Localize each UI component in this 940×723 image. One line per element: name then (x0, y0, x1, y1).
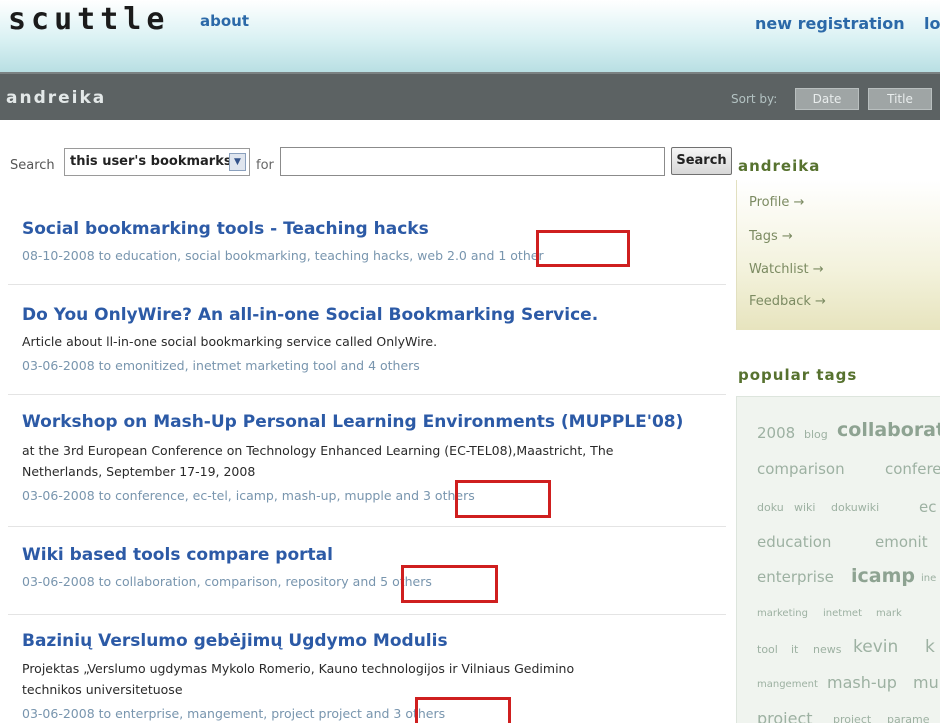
sidebar-link-feedback[interactable]: Feedback → (749, 294, 826, 309)
tag-link[interactable]: doku (757, 501, 784, 514)
tag-link[interactable]: blog (804, 428, 828, 441)
search-label: Search (10, 158, 55, 173)
tag-link[interactable]: inetmet (823, 608, 862, 619)
tag-link[interactable]: education (757, 533, 831, 551)
sidebar-link-profile[interactable]: Profile → (749, 195, 804, 210)
tag-link[interactable]: mangement (757, 679, 818, 690)
bookmark-description: at the 3rd European Conference on Techno… (22, 443, 614, 458)
tag-link[interactable]: marketing (757, 608, 808, 619)
chevron-down-icon[interactable]: ▼ (229, 153, 246, 171)
tag-link[interactable]: kevin (853, 637, 898, 657)
bookmark-description: Projektas „Verslumo ugdymas Mykolo Romer… (22, 661, 575, 676)
popular-tags-title: popular tags (738, 366, 858, 384)
site-logo[interactable]: scuttle (8, 2, 169, 37)
tag-link[interactable]: project (833, 713, 871, 723)
search-input[interactable] (280, 147, 665, 176)
bookmark-more-tags-link[interactable]: and 1 other (471, 248, 544, 263)
tag-link[interactable]: wiki (794, 501, 815, 514)
site-header: scuttle about new registration lo (0, 0, 940, 72)
bookmark-meta: 03-06-2008 to emonitized, inetmet market… (22, 358, 420, 373)
highlight-box (536, 230, 630, 267)
tag-link[interactable]: mash-up (827, 673, 897, 692)
tag-link[interactable]: dokuwiki (831, 501, 879, 514)
tag-link[interactable]: collaborat (837, 419, 940, 441)
bookmark-separator (8, 614, 726, 615)
sidebar-link-tags[interactable]: Tags → (749, 229, 793, 244)
nav-new-registration-link[interactable]: new registration (755, 14, 905, 33)
bookmark-description: Netherlands, September 17-19, 2008 (22, 464, 256, 479)
bookmark-title-link[interactable]: Bazinių Verslumo gebėjimų Ugdymo Modulis (22, 631, 448, 651)
nav-about-link[interactable]: about (200, 12, 249, 30)
sidebar-user-title: andreika (738, 157, 821, 175)
search-scope-select[interactable]: this user's bookmarks ▼ (64, 148, 250, 176)
bookmark-more-tags-link[interactable]: and 4 others (341, 358, 420, 373)
bookmark-meta: 03-06-2008 to collaboration, comparison,… (22, 574, 432, 589)
bookmark-description: technikos universitetuose (22, 682, 183, 697)
tag-link[interactable]: emonit (875, 533, 928, 551)
bookmark-meta: 03-06-2008 to conference, ec-tel, icamp,… (22, 488, 475, 503)
tag-link[interactable]: mu (913, 673, 939, 692)
highlight-box (455, 480, 551, 518)
tag-link[interactable]: mark (876, 608, 902, 619)
sort-by-label: Sort by: (731, 92, 778, 106)
bookmark-title-link[interactable]: Social bookmarking tools - Teaching hack… (22, 219, 429, 239)
highlight-box (415, 697, 511, 723)
bookmark-separator (8, 284, 726, 285)
bookmark-meta: 03-06-2008 to enterprise, mangement, pro… (22, 706, 445, 721)
bookmark-description: Article about ll-in-one social bookmarki… (22, 334, 438, 349)
bookmark-meta: 08-10-2008 to education, social bookmark… (22, 248, 544, 263)
bookmark-meta-tags[interactable]: 03-06-2008 to collaboration, comparison,… (22, 574, 353, 589)
bookmark-title-link[interactable]: Do You OnlyWire? An all-in-one Social Bo… (22, 305, 598, 325)
search-for-label: for (256, 158, 274, 173)
tag-link[interactable]: parame (887, 713, 929, 723)
user-bar: andreika Sort by: Date Title (0, 72, 940, 120)
tag-link[interactable]: tool (757, 643, 778, 656)
search-scope-value: this user's bookmarks (70, 154, 232, 169)
search-button[interactable]: Search (671, 147, 732, 175)
sort-date-button[interactable]: Date (795, 88, 859, 110)
nav-login-link[interactable]: lo (924, 14, 940, 33)
sidebar-link-watchlist[interactable]: Watchlist → (749, 262, 824, 277)
popular-tags-cloud: 2008 blog collaborat comparison confere … (736, 396, 940, 723)
bookmark-title-link[interactable]: Wiki based tools compare portal (22, 545, 333, 565)
sort-title-button[interactable]: Title (868, 88, 932, 110)
bookmark-separator (8, 394, 726, 395)
tag-link[interactable]: 2008 (757, 424, 795, 442)
sidebar-user-links: Profile → Tags → Watchlist → Feedback → (736, 180, 940, 330)
bookmark-meta-tags[interactable]: 08-10-2008 to education, social bookmark… (22, 248, 471, 263)
tag-link[interactable]: k (925, 637, 935, 657)
tag-link[interactable]: project (757, 709, 813, 723)
user-bar-username: andreika (6, 88, 107, 108)
tag-link[interactable]: ine (921, 573, 936, 584)
tag-link[interactable]: confere (885, 460, 940, 478)
tag-link[interactable]: enterprise (757, 568, 834, 586)
bookmark-meta-tags[interactable]: 03-06-2008 to enterprise, mangement, pro… (22, 706, 366, 721)
tag-link[interactable]: icamp (851, 565, 915, 587)
tag-link[interactable]: it (791, 643, 798, 656)
tag-link[interactable]: comparison (757, 460, 845, 478)
bookmark-meta-tags[interactable]: 03-06-2008 to conference, ec-tel, icamp,… (22, 488, 396, 503)
bookmark-separator (8, 526, 726, 527)
tag-link[interactable]: news (813, 643, 841, 656)
tag-link[interactable]: ec (919, 498, 936, 516)
bookmark-title-link[interactable]: Workshop on Mash-Up Personal Learning En… (22, 412, 683, 432)
bookmark-meta-tags[interactable]: 03-06-2008 to emonitized, inetmet market… (22, 358, 341, 373)
highlight-box (401, 565, 498, 603)
